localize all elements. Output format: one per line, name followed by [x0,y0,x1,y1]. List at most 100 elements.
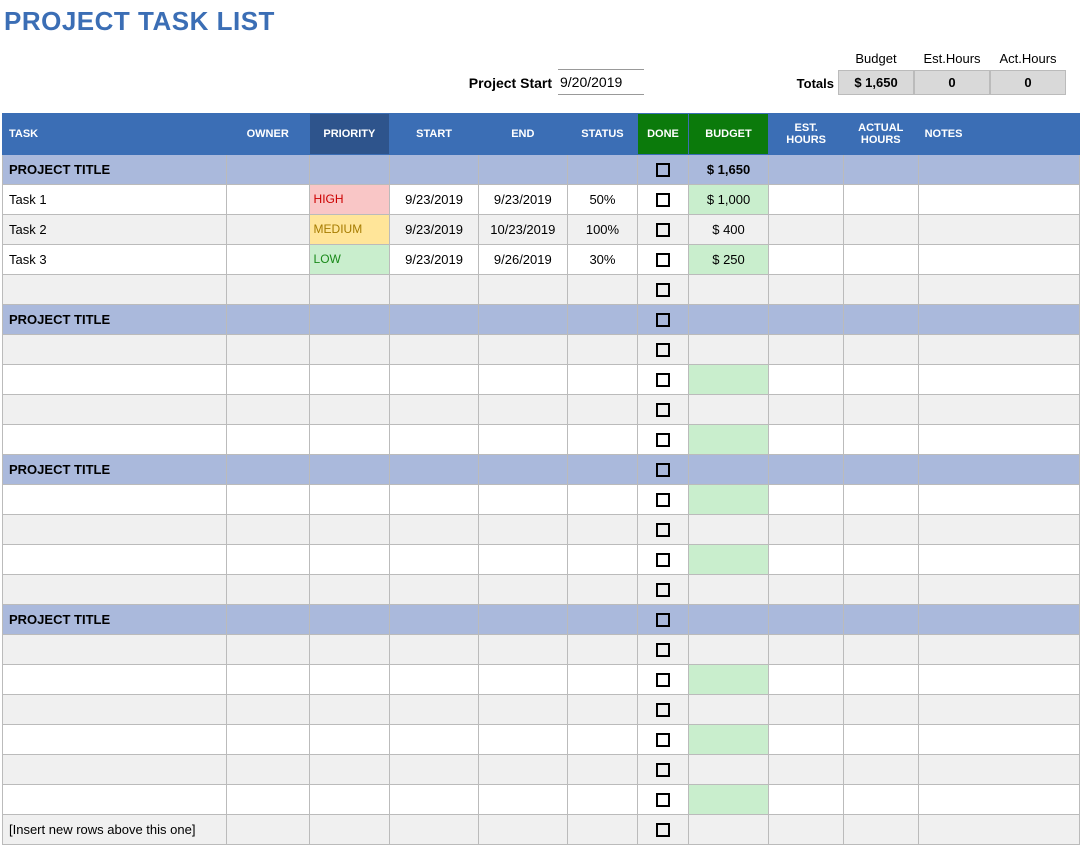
cell-budget[interactable] [688,335,769,365]
cell-priority[interactable] [309,515,390,545]
cell-budget[interactable] [688,605,769,635]
cell-priority[interactable] [309,605,390,635]
cell-done[interactable] [638,365,688,395]
col-done[interactable]: DONE [638,114,688,155]
cell-notes[interactable] [918,785,1079,815]
cell-priority[interactable]: MEDIUM [309,215,390,245]
cell-act[interactable] [843,335,918,365]
cell-done[interactable] [638,335,688,365]
cell-notes[interactable] [918,635,1079,665]
cell-owner[interactable] [226,755,309,785]
cell-start[interactable] [390,305,479,335]
cell-notes[interactable] [918,155,1079,185]
cell-owner[interactable] [226,305,309,335]
checkbox-icon[interactable] [656,643,670,657]
cell-status[interactable] [567,155,638,185]
cell-done[interactable] [638,185,688,215]
cell-end[interactable]: 9/26/2019 [478,245,567,275]
cell-priority[interactable] [309,395,390,425]
cell-act[interactable] [843,755,918,785]
cell-notes[interactable] [918,755,1079,785]
cell-priority[interactable] [309,755,390,785]
cell-start[interactable] [390,275,479,305]
cell-end[interactable] [478,605,567,635]
cell-owner[interactable] [226,515,309,545]
cell-end[interactable] [478,335,567,365]
cell-status[interactable] [567,335,638,365]
cell-notes[interactable] [918,365,1079,395]
cell-budget[interactable] [688,365,769,395]
cell-notes[interactable] [918,425,1079,455]
cell-priority[interactable] [309,275,390,305]
cell-budget[interactable] [688,455,769,485]
cell-priority[interactable] [309,425,390,455]
cell-done[interactable] [638,545,688,575]
cell-priority[interactable] [309,635,390,665]
cell-budget[interactable] [688,695,769,725]
cell-start[interactable] [390,635,479,665]
cell-done[interactable] [638,755,688,785]
cell-task[interactable]: PROJECT TITLE [3,155,227,185]
cell-owner[interactable] [226,185,309,215]
cell-status[interactable] [567,515,638,545]
cell-est[interactable] [769,695,844,725]
cell-owner[interactable] [226,335,309,365]
cell-status[interactable] [567,425,638,455]
cell-task[interactable] [3,695,227,725]
cell-status[interactable] [567,545,638,575]
cell-end[interactable] [478,305,567,335]
cell-done[interactable] [638,395,688,425]
checkbox-icon[interactable] [656,463,670,477]
cell-priority[interactable] [309,545,390,575]
cell-end[interactable] [478,545,567,575]
cell-start[interactable] [390,725,479,755]
cell-owner[interactable] [226,545,309,575]
cell-owner[interactable] [226,575,309,605]
cell-owner[interactable] [226,455,309,485]
cell-task[interactable] [3,755,227,785]
cell-task[interactable] [3,785,227,815]
cell-task[interactable]: PROJECT TITLE [3,455,227,485]
cell-done[interactable] [638,485,688,515]
cell-priority[interactable] [309,365,390,395]
cell-done[interactable] [638,455,688,485]
cell-task[interactable] [3,515,227,545]
cell-start[interactable] [390,785,479,815]
cell-budget[interactable]: $ 1,650 [688,155,769,185]
cell-notes[interactable] [918,455,1079,485]
cell-task[interactable] [3,275,227,305]
cell-priority[interactable]: HIGH [309,185,390,215]
cell-task[interactable] [3,485,227,515]
cell-act[interactable] [843,665,918,695]
cell-owner[interactable] [226,605,309,635]
cell-end[interactable]: 10/23/2019 [478,215,567,245]
cell-done[interactable] [638,815,688,845]
cell-est[interactable] [769,785,844,815]
cell-end[interactable] [478,575,567,605]
checkbox-icon[interactable] [656,673,670,687]
cell-end[interactable] [478,515,567,545]
cell-owner[interactable] [226,245,309,275]
cell-status[interactable] [567,455,638,485]
cell-start[interactable] [390,485,479,515]
cell-est[interactable] [769,185,844,215]
cell-act[interactable] [843,485,918,515]
cell-status[interactable] [567,275,638,305]
cell-est[interactable] [769,395,844,425]
cell-budget[interactable] [688,665,769,695]
cell-status[interactable] [567,605,638,635]
cell-start[interactable] [390,395,479,425]
cell-est[interactable] [769,515,844,545]
cell-notes[interactable] [918,395,1079,425]
cell-start[interactable]: 9/23/2019 [390,185,479,215]
cell-act[interactable] [843,695,918,725]
cell-notes[interactable] [918,665,1079,695]
cell-priority[interactable] [309,485,390,515]
cell-start[interactable] [390,455,479,485]
cell-done[interactable] [638,725,688,755]
cell-budget[interactable] [688,815,769,845]
cell-end[interactable]: 9/23/2019 [478,185,567,215]
cell-priority[interactable] [309,335,390,365]
cell-start[interactable] [390,815,479,845]
cell-budget[interactable] [688,515,769,545]
